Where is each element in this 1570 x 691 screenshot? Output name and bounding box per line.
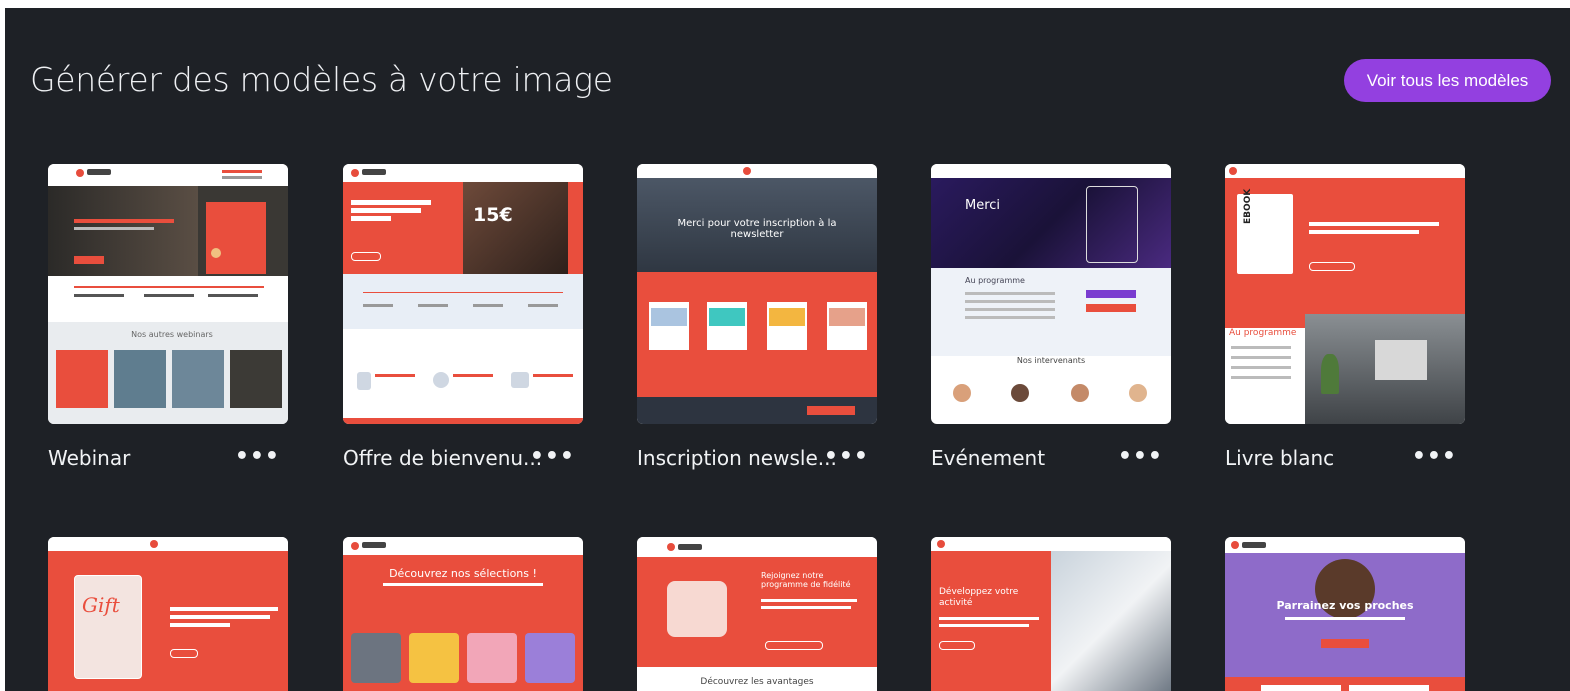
template-thumbnail-fidelite[interactable]: Rejoignez notre programme de fidélité Dé…	[637, 537, 877, 691]
section-title: Générer des modèles à votre image	[30, 60, 613, 99]
template-label: Webinar	[48, 446, 131, 470]
template-thumbnail-evenement[interactable]: Merci Au programme Nos intervenants	[931, 164, 1171, 424]
template-thumbnail-livre-blanc[interactable]: EBOOK Au programme	[1225, 164, 1465, 424]
template-label: Livre blanc	[1225, 446, 1335, 470]
template-card-livre-blanc: EBOOK Au programme Livre blanc •••	[1225, 164, 1465, 486]
template-thumbnail-parrainez[interactable]: Parrainez vos proches	[1225, 537, 1465, 691]
template-thumbnail-inscription-newsletter[interactable]: Merci pour votre inscription à la newsle…	[637, 164, 877, 424]
template-card-evenement: Merci Au programme Nos intervenants Evén…	[931, 164, 1171, 486]
template-thumbnail-selections[interactable]: Découvrez nos sélections !	[343, 537, 583, 691]
template-card-webinar: Nos autres webinars Webinar •••	[48, 164, 288, 486]
templates-panel: Générer des modèles à votre image Voir t…	[5, 8, 1570, 691]
template-card-inscription-newsletter: Merci pour votre inscription à la newsle…	[637, 164, 877, 486]
template-thumbnail-developpez[interactable]: Développez votre activité	[931, 537, 1171, 691]
template-card-fidelite: Rejoignez notre programme de fidélité Dé…	[637, 537, 877, 691]
more-options-icon[interactable]: •••	[530, 444, 575, 469]
template-card-parrainez: Parrainez vos proches	[1225, 537, 1465, 691]
template-card-offre-bienvenue: 15€ Offre de bienvenu... •••	[343, 164, 583, 486]
more-options-icon[interactable]: •••	[1412, 444, 1457, 469]
template-thumbnail-webinar[interactable]: Nos autres webinars	[48, 164, 288, 424]
template-label: Evénement	[931, 446, 1046, 470]
more-options-icon[interactable]: •••	[1118, 444, 1163, 469]
template-card-selections: Découvrez nos sélections !	[343, 537, 583, 691]
more-options-icon[interactable]: •••	[824, 444, 869, 469]
view-all-templates-button[interactable]: Voir tous les modèles	[1344, 59, 1551, 102]
template-card-developpez: Développez votre activité	[931, 537, 1171, 691]
template-thumbnail-gift[interactable]: Gift	[48, 537, 288, 691]
template-thumbnail-offre-bienvenue[interactable]: 15€	[343, 164, 583, 424]
template-label: Offre de bienvenu...	[343, 446, 543, 470]
template-label: Inscription newsle...	[637, 446, 837, 470]
more-options-icon[interactable]: •••	[235, 444, 280, 469]
template-card-gift: Gift	[48, 537, 288, 691]
